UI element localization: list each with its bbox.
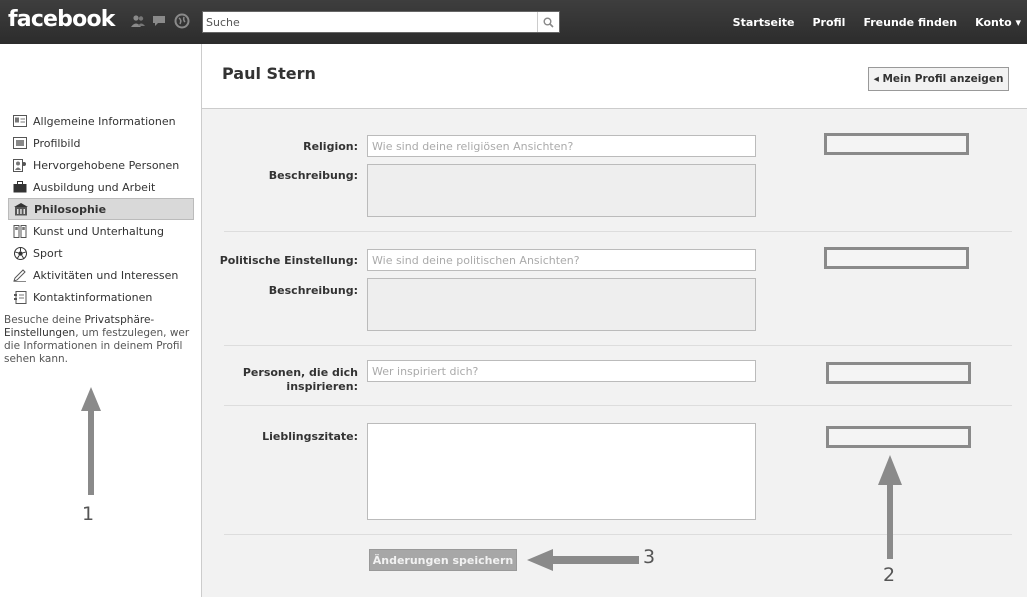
annotation-arrow-3 [527, 549, 639, 571]
pencil-icon [13, 268, 27, 282]
nav-freunde-finden[interactable]: Freunde finden [854, 16, 966, 29]
sidebar-item-kunst-und-unterhaltung[interactable]: Kunst und Unterhaltung [8, 220, 194, 242]
building-icon [14, 202, 28, 216]
sidebar-item-label: Sport [33, 246, 63, 260]
privacy-hint-prefix: Besuche deine [4, 314, 85, 326]
inspirations-label: Personen, die dich inspirieren: [198, 366, 358, 394]
nav-konto-menu[interactable]: Konto ▾ [966, 16, 1027, 29]
search-box [202, 11, 560, 33]
religion-privacy-selector[interactable] [824, 133, 969, 155]
notifications-globe-icon[interactable] [174, 13, 190, 29]
sidebar-item-profilbild[interactable]: Profilbild [8, 132, 194, 154]
sidebar-item-label: Philosophie [34, 202, 107, 216]
notification-jewels [130, 13, 190, 29]
nav-startseite[interactable]: Startseite [724, 16, 804, 29]
top-nav: Startseite Profil Freunde finden Konto ▾ [724, 0, 1027, 44]
sidebar-item-label: Profilbild [33, 136, 81, 150]
privacy-hint: Besuche deine Privatsphäre-Einstellungen… [4, 314, 198, 366]
sidebar-item-aktivitaeten-und-interessen[interactable]: Aktivitäten und Interessen [8, 264, 194, 286]
inspirations-label-line-2: inspirieren: [286, 380, 358, 393]
inspirations-privacy-selector[interactable] [826, 362, 971, 384]
left-sidebar: Allgemeine Informationen Profilbild Herv… [0, 44, 202, 597]
religion-label: Religion: [303, 140, 358, 153]
facebook-logo[interactable]: facebook [8, 7, 115, 32]
messages-icon[interactable] [152, 13, 168, 29]
sidebar-item-label: Aktivitäten und Interessen [33, 268, 179, 282]
quotes-field[interactable] [367, 423, 756, 520]
top-bar: facebook Startseite Profil Freunde finde… [0, 0, 1027, 44]
sidebar-item-hervorgehobene-personen[interactable]: Hervorgehobene Personen [8, 154, 194, 176]
sidebar-item-allgemeine-informationen[interactable]: Allgemeine Informationen [8, 110, 194, 132]
annotation-marker-2: 2 [883, 564, 896, 586]
sidebar-item-ausbildung-und-arbeit[interactable]: Ausbildung und Arbeit [8, 176, 194, 198]
politics-privacy-selector[interactable] [824, 247, 969, 269]
search-icon[interactable] [537, 12, 559, 32]
annotation-marker-3: 3 [643, 546, 656, 568]
page-title: Paul Stern [222, 64, 316, 83]
religion-input[interactable] [367, 135, 756, 157]
sidebar-item-philosophie[interactable]: Philosophie [8, 198, 194, 220]
inspirations-label-line-1: Personen, die dich [242, 366, 358, 379]
contact-book-icon [13, 290, 27, 304]
sidebar-item-label: Kontaktinformationen [33, 290, 153, 304]
people-icon [13, 158, 27, 172]
sidebar-item-sport[interactable]: Sport [8, 242, 194, 264]
info-card-icon [13, 115, 27, 128]
edit-sections-list: Allgemeine Informationen Profilbild Herv… [8, 110, 194, 308]
save-changes-button[interactable]: Änderungen speichern [369, 549, 517, 571]
politics-description-field[interactable] [367, 278, 756, 331]
sidebar-item-label: Ausbildung und Arbeit [33, 180, 156, 194]
religion-description-field[interactable] [367, 164, 756, 217]
sidebar-item-label: Hervorgehobene Personen [33, 158, 180, 172]
nav-profil[interactable]: Profil [803, 16, 854, 29]
search-input[interactable] [203, 12, 537, 32]
politics-label: Politische Einstellung: [219, 254, 358, 267]
quotes-privacy-selector[interactable] [826, 426, 971, 448]
soccer-ball-icon [13, 246, 27, 260]
politics-input[interactable] [367, 249, 756, 271]
section-divider [224, 405, 1012, 406]
film-icon [13, 224, 27, 238]
sidebar-item-label: Allgemeine Informationen [33, 114, 176, 128]
annotation-arrow-1 [81, 387, 101, 495]
sidebar-item-label: Kunst und Unterhaltung [33, 224, 165, 238]
briefcase-icon [13, 181, 27, 194]
quotes-label: Lieblingszitate: [262, 430, 358, 443]
annotation-marker-1: 1 [82, 503, 95, 525]
politics-description-label: Beschreibung: [268, 284, 358, 297]
annotation-arrow-2 [878, 455, 902, 559]
section-divider [224, 231, 1012, 232]
view-profile-button[interactable]: ◂ Mein Profil anzeigen [868, 67, 1009, 91]
inspirations-input[interactable] [367, 360, 756, 382]
friend-requests-icon[interactable] [130, 13, 146, 29]
sidebar-item-kontaktinformationen[interactable]: Kontaktinformationen [8, 286, 194, 308]
section-divider [224, 345, 1012, 346]
religion-description-label: Beschreibung: [268, 169, 358, 182]
picture-icon [13, 137, 27, 150]
